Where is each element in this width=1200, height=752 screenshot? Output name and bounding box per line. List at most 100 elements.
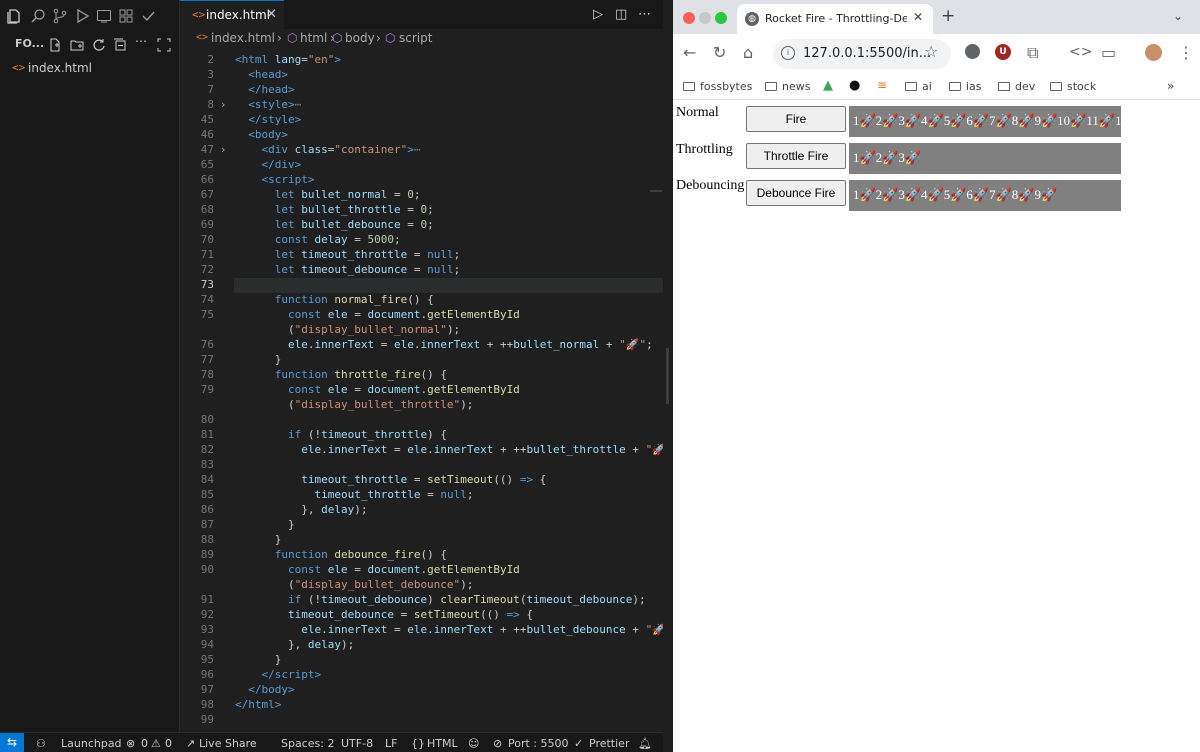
launchpad-status[interactable]: Launchpad [61, 737, 122, 750]
explorer-icon[interactable] [6, 8, 24, 24]
code-line[interactable]: ("display_bullet_normal"); [235, 323, 460, 336]
scrollbar[interactable] [666, 348, 669, 404]
breadcrumb-item[interactable]: html [300, 31, 327, 45]
code-line[interactable]: let timeout_throttle = null; [235, 248, 460, 261]
code-line[interactable]: let bullet_debounce = 0; [235, 218, 434, 231]
code-line[interactable]: let timeout_debounce = null; [235, 263, 460, 276]
code-line[interactable]: const delay = 5000; [235, 233, 401, 246]
maximize-icon[interactable] [157, 37, 171, 52]
indentation-status[interactable]: Spaces: 2 [281, 737, 334, 750]
new-file-icon[interactable] [48, 37, 62, 52]
search-icon[interactable] [30, 8, 48, 24]
close-icon[interactable]: ✕ [266, 7, 277, 22]
testing-icon[interactable] [140, 8, 158, 24]
more-actions-icon[interactable]: ⋯ [638, 7, 651, 22]
code-line[interactable]: }, delay); [235, 638, 354, 651]
code-line[interactable]: if (!timeout_throttle) { [235, 428, 447, 441]
site-info-icon[interactable]: i [781, 46, 795, 60]
fold-chevron-icon[interactable]: › [221, 98, 225, 111]
profile-extension-icon[interactable]: U [995, 44, 1011, 60]
language-mode[interactable]: HTML [427, 737, 458, 750]
code-line[interactable]: if (!timeout_debounce) clearTimeout(time… [235, 593, 646, 606]
close-window-button[interactable] [683, 12, 695, 24]
code-line[interactable]: <style>⋯ [235, 98, 301, 111]
code-line[interactable]: ("display_bullet_throttle"); [235, 398, 473, 411]
code-line[interactable]: <head> [235, 68, 288, 81]
code-line[interactable]: const ele = document.getElementById [235, 383, 520, 396]
code-line[interactable]: </head> [235, 83, 294, 96]
code-line[interactable]: </html> [235, 698, 281, 711]
code-line[interactable]: ele.innerText = ele.innerText + ++bullet… [235, 443, 663, 456]
code-line[interactable]: ele.innerText = ele.innerText + ++bullet… [235, 338, 653, 351]
remote-explorer-icon[interactable] [96, 8, 114, 24]
code-editor[interactable]: 2 <html lang="en"> 3 <head> 7 </head> 8 › <st… [180, 49, 663, 732]
bookmark-folder-dev[interactable]: dev [998, 80, 1035, 93]
more-actions-icon[interactable]: ⋯ [135, 34, 149, 48]
back-icon[interactable]: ← [683, 43, 696, 62]
live-server-port[interactable]: Port : 5500 [508, 737, 569, 750]
code-line[interactable]: const ele = document.getElementById [235, 308, 520, 321]
code-line[interactable]: </script> [235, 668, 322, 681]
code-line[interactable]: function debounce_fire() { [235, 548, 447, 561]
device-toolbar-icon[interactable]: ▭ [1101, 43, 1116, 62]
code-line[interactable]: } [235, 533, 282, 546]
stackoverflow-icon[interactable]: ≡ [877, 78, 887, 92]
file-item-index-html[interactable]: <> index.html [0, 58, 180, 78]
code-line[interactable]: const ele = document.getElementById [235, 563, 520, 576]
menu-icon[interactable]: ⋮ [1178, 43, 1194, 62]
code-line[interactable]: </div> [235, 158, 302, 171]
remote-indicator-icon[interactable]: ⇆ [0, 733, 24, 752]
avatar[interactable] [1145, 44, 1162, 61]
sync-extension-icon[interactable] [965, 44, 980, 59]
close-tab-icon[interactable]: ✕ [913, 10, 923, 24]
code-line[interactable]: ele.innerText = ele.innerText + ++bullet… [235, 623, 663, 636]
minimize-window-button[interactable] [699, 12, 711, 24]
browser-tab[interactable]: ◍ Rocket Fire - Throttling-Debo ✕ [737, 4, 933, 34]
code-line[interactable]: <body> [235, 128, 288, 141]
split-editor-icon[interactable]: ◫ [615, 7, 627, 22]
bookmark-folder-stock[interactable]: stock [1050, 80, 1096, 93]
code-line[interactable]: timeout_debounce = setTimeout(() => { [235, 608, 533, 621]
tab-index-html[interactable]: <> index.html ✕ [180, 0, 284, 29]
drive-icon[interactable]: ▲ [823, 78, 833, 93]
source-control-icon[interactable] [52, 8, 70, 24]
more-bookmarks-icon[interactable]: » [1167, 79, 1174, 93]
breadcrumb-item[interactable]: script [399, 31, 432, 45]
prettier-status[interactable]: Prettier [589, 737, 629, 750]
extensions-puzzle-icon[interactable]: ⧉ [1027, 43, 1038, 63]
throttle-fire-button[interactable]: Throttle Fire [746, 143, 846, 169]
chevron-down-icon[interactable]: ⌄ [1173, 9, 1183, 23]
code-line[interactable]: }, delay); [235, 503, 367, 516]
notifications-bell-icon[interactable]: 🔔︎ [638, 737, 652, 750]
bookmark-folder-fossbytes[interactable]: fossbytes [683, 80, 752, 93]
debounce-fire-button[interactable]: Debounce Fire [746, 180, 846, 206]
run-debug-icon[interactable] [74, 8, 92, 24]
code-line[interactable]: </style> [235, 113, 301, 126]
code-line[interactable]: } [235, 653, 282, 666]
fire-button[interactable]: Fire [746, 106, 846, 132]
collapse-all-icon[interactable] [113, 37, 127, 51]
fold-chevron-icon[interactable]: › [221, 143, 225, 156]
code-line[interactable]: timeout_throttle = null; [235, 488, 473, 501]
devtools-icon[interactable]: <> [1069, 44, 1092, 60]
breadcrumb-item[interactable]: index.html [211, 31, 275, 45]
run-icon[interactable]: ▷ [593, 7, 603, 22]
code-line[interactable]: let bullet_throttle = 0; [235, 203, 434, 216]
extensions-icon[interactable] [118, 8, 136, 24]
warnings-count[interactable]: 0 [165, 737, 172, 750]
code-line[interactable]: timeout_throttle = setTimeout(() => { [235, 473, 546, 486]
new-tab-button[interactable]: + [941, 6, 955, 26]
github-icon[interactable]: ● [849, 78, 860, 93]
code-line[interactable]: function throttle_fire() { [235, 368, 447, 381]
code-line[interactable]: } [235, 518, 295, 531]
code-line[interactable]: ("display_bullet_debounce"); [235, 578, 473, 591]
refresh-icon[interactable] [92, 37, 106, 51]
problems-count[interactable]: 0 [141, 737, 148, 750]
code-line[interactable]: function normal_fire() { [235, 293, 434, 306]
bookmark-folder-news[interactable]: news [765, 80, 810, 93]
code-line[interactable]: </body> [235, 683, 294, 696]
new-folder-icon[interactable] [70, 37, 84, 51]
code-line[interactable]: <script> [235, 173, 315, 186]
reload-icon[interactable]: ↻ [713, 43, 726, 62]
bookmark-folder-ai[interactable]: ai [905, 80, 932, 93]
